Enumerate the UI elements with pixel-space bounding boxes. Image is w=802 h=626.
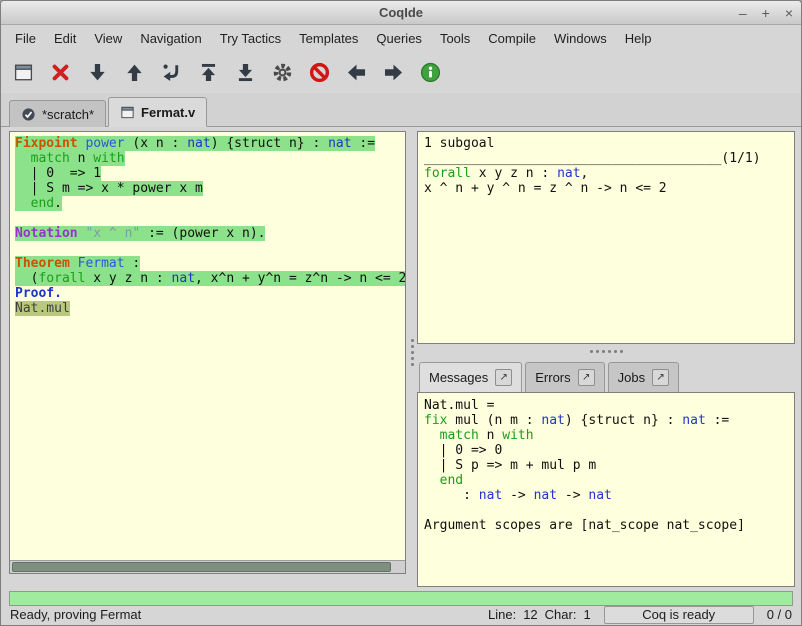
status-right: Line: 12 Char: 1 Coq is ready 0 / 0 [488,606,792,624]
right-column: 1 subgoal_______________________________… [417,131,795,587]
no-entry-icon [309,62,330,83]
main-area: Fixpoint power (x n : nat) {struct n} : … [9,127,795,587]
gear-icon [272,62,293,83]
about-button[interactable] [418,60,443,85]
editor-pane: Fixpoint power (x n : nat) {struct n} : … [9,131,406,574]
arrow-right-icon [383,62,404,83]
scratch-icon [21,107,36,122]
go-to-cursor-icon [161,62,182,83]
tab-jobs[interactable]: Jobs ↗ [608,362,679,392]
info-icon [420,62,441,83]
tab-messages[interactable]: Messages ↗ [419,362,522,392]
menu-tools[interactable]: Tools [431,27,479,50]
previous-button[interactable] [344,60,369,85]
coq-status-text: Coq is ready [642,607,715,622]
interrupt-button[interactable] [307,60,332,85]
arrow-down-icon [87,62,108,83]
messages-tabbar: Messages ↗ Errors ↗ Jobs ↗ [417,358,795,392]
go-to-cursor-button[interactable] [159,60,184,85]
detach-icon: ↗ [582,372,590,383]
tab-label: *scratch* [42,107,94,122]
menu-queries[interactable]: Queries [367,27,431,50]
next-button[interactable] [381,60,406,85]
scrollbar-thumb[interactable] [12,562,391,572]
tab-label: Errors [535,370,570,385]
detach-icon: ↗ [500,372,508,383]
menu-navigation[interactable]: Navigation [131,27,210,50]
window-title: CoqIde [379,5,423,20]
arrow-left-icon [346,62,367,83]
tab-errors[interactable]: Errors ↗ [525,362,604,392]
messages-panel[interactable]: Nat.mul =fix mul (n m : nat) {struct n} … [417,392,795,587]
arrow-to-bottom-icon [235,62,256,83]
tab-label: Fermat.v [141,105,195,120]
menu-help[interactable]: Help [616,27,661,50]
line-value: 12 [523,607,537,622]
statusbar: Ready, proving Fermat Line: 12 Char: 1 C… [1,604,801,625]
step-forward-button[interactable] [85,60,110,85]
menu-file[interactable]: File [6,27,45,50]
step-backward-button[interactable] [122,60,147,85]
toolbar [1,51,801,93]
go-to-start-button[interactable] [196,60,221,85]
goal-panel[interactable]: 1 subgoal_______________________________… [417,131,795,344]
status-counter: 0 / 0 [767,607,792,622]
vertical-splitter[interactable] [407,131,417,574]
detach-icon: ↗ [656,372,664,383]
arrow-up-icon [124,62,145,83]
tab-scratch[interactable]: *scratch* [9,100,106,127]
menu-compile[interactable]: Compile [479,27,545,50]
menu-edit[interactable]: Edit [45,27,85,50]
file-icon [120,105,135,120]
arrow-to-top-icon [198,62,219,83]
close-buffer-button[interactable] [48,60,73,85]
status-message: Ready, proving Fermat [10,607,488,622]
code-editor[interactable]: Fixpoint power (x n : nat) {struct n} : … [10,132,405,560]
detach-messages-button[interactable]: ↗ [495,369,512,386]
save-button[interactable] [11,60,36,85]
tab-fermat[interactable]: Fermat.v [108,97,207,127]
coqide-window: CoqIde – + × File Edit View Navigation T… [0,0,802,626]
horizontal-scrollbar[interactable] [10,560,405,573]
close-button[interactable]: × [785,6,793,20]
menu-templates[interactable]: Templates [290,27,367,50]
coq-status-box: Coq is ready [604,606,754,624]
detach-jobs-button[interactable]: ↗ [652,369,669,386]
save-icon [13,62,34,83]
messages-notebook: Messages ↗ Errors ↗ Jobs ↗ Nat.mul =fix … [417,358,795,587]
minimize-button[interactable]: – [739,6,747,20]
tab-label: Messages [429,370,488,385]
titlebar[interactable]: CoqIde – + × [1,1,801,25]
maximize-button[interactable]: + [762,6,770,20]
close-icon [50,62,71,83]
detach-errors-button[interactable]: ↗ [578,369,595,386]
horizontal-splitter[interactable] [417,344,795,358]
go-to-end-button[interactable] [233,60,258,85]
tab-label: Jobs [618,370,645,385]
menubar: File Edit View Navigation Try Tactics Te… [1,25,801,51]
char-value: 1 [583,607,590,622]
char-label: Char: [545,607,577,622]
line-label: Line: [488,607,516,622]
menu-view[interactable]: View [85,27,131,50]
menu-try-tactics[interactable]: Try Tactics [211,27,290,50]
fully-check-button[interactable] [270,60,295,85]
editor-tabbar: *scratch* Fermat.v [1,93,801,127]
window-controls: – + × [739,1,793,25]
menu-windows[interactable]: Windows [545,27,616,50]
